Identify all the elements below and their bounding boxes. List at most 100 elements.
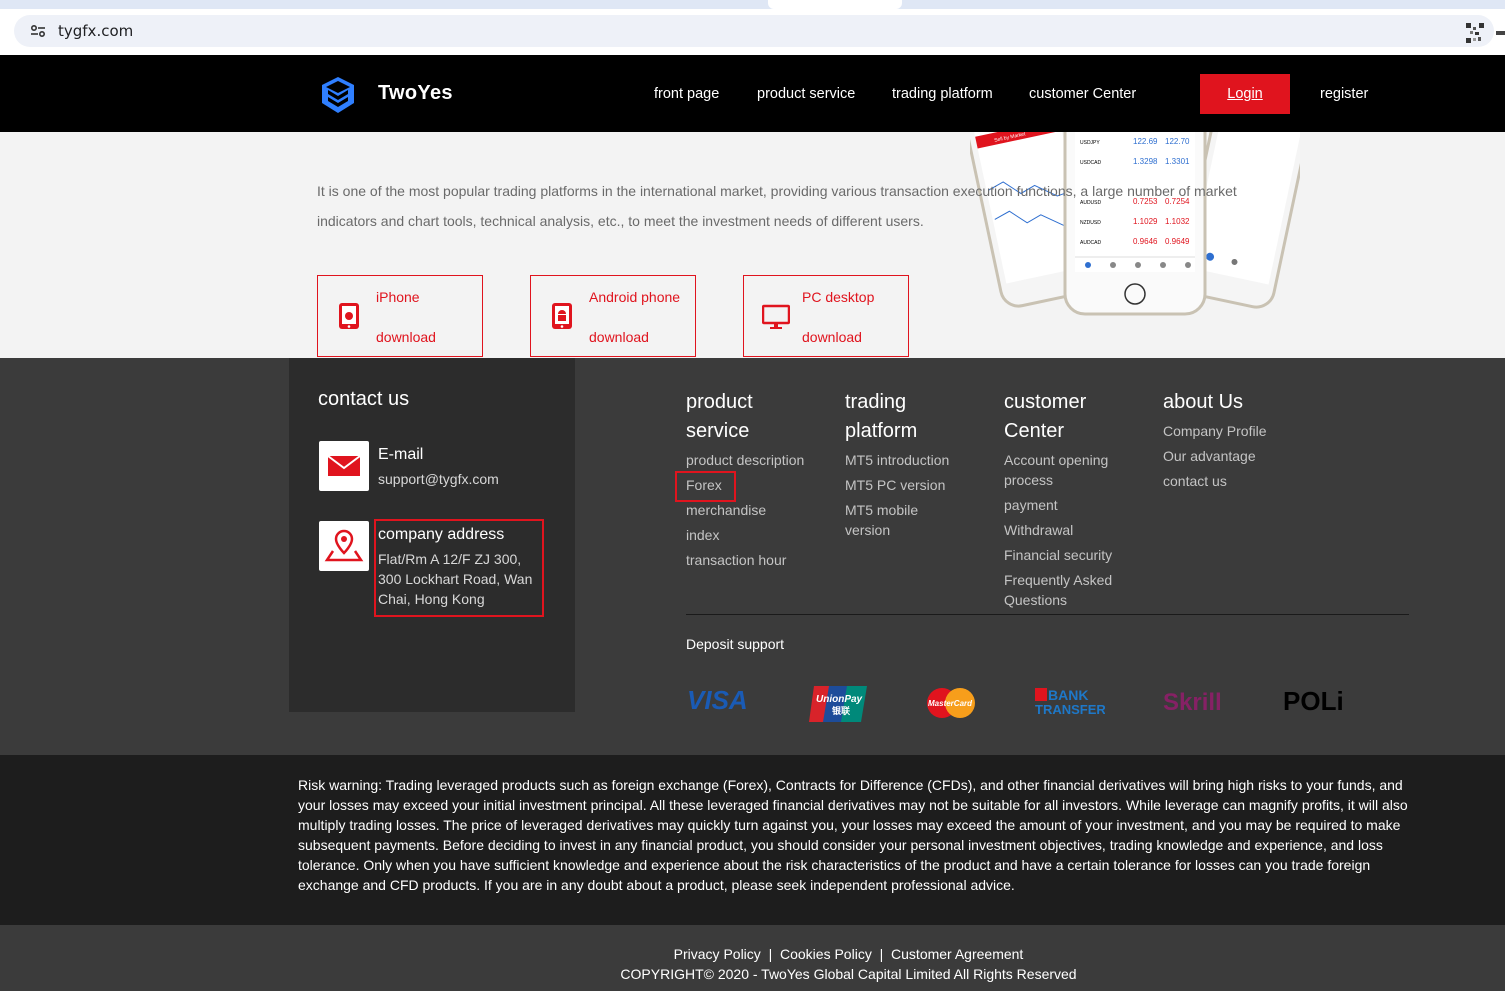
footer-col-title-line: product <box>686 391 753 413</box>
privacy-policy-link[interactable]: Privacy Policy <box>674 946 761 962</box>
footer-col-title-line: Center <box>1004 420 1065 442</box>
download-platform-label: iPhone <box>376 289 420 305</box>
poli-logo: POLi <box>1283 686 1344 716</box>
address-label: company address <box>378 526 505 543</box>
monitor-icon <box>762 304 790 329</box>
footer-link-index[interactable]: index <box>686 525 836 545</box>
iphone-download-button[interactable]: iPhone download <box>317 275 483 357</box>
qr-code-icon[interactable] <box>1466 23 1484 43</box>
email-icon-box <box>319 441 369 491</box>
svg-text:银联: 银联 <box>832 705 851 717</box>
legal-links: Privacy Policy | Cookies Policy | Custom… <box>0 946 1505 962</box>
skrill-logo-text: Skrill <box>1163 689 1222 716</box>
quote-bid: 122.69 <box>1133 137 1158 146</box>
footer-link-payment[interactable]: payment <box>1004 495 1154 515</box>
site-header: TwoYes front page product service tradin… <box>0 55 1505 132</box>
location-pin-icon <box>324 529 364 562</box>
visa-logo-text: VISA <box>687 686 748 714</box>
footer-col-title: customer Center <box>1004 388 1154 446</box>
address-line: Chai, Hong Kong <box>378 591 485 607</box>
footer-link-merchandise[interactable]: merchandise <box>686 500 836 520</box>
apple-phone-icon <box>339 303 359 329</box>
footer-col-title: about Us <box>1163 388 1313 417</box>
bank-transfer-logo: BANK TRANSFER <box>1035 688 1105 716</box>
quote-ask: 0.9649 <box>1165 237 1190 246</box>
email-address[interactable]: support@tygfx.com <box>378 469 499 489</box>
nav-trading-platform[interactable]: trading platform <box>892 86 993 102</box>
footer-col-title-line: about Us <box>1163 391 1244 413</box>
download-platform-label: PC desktop <box>802 289 875 305</box>
footer-link-withdrawal[interactable]: Withdrawal <box>1004 520 1154 540</box>
footer-link-mt5-pc[interactable]: MT5 PC version <box>845 475 995 495</box>
footer-link-financial-security[interactable]: Financial security <box>1004 545 1154 565</box>
quote-bid: 0.9646 <box>1133 237 1158 246</box>
footer-link-faq[interactable]: Frequently Asked Questions <box>1004 570 1154 610</box>
customer-agreement-link[interactable]: Customer Agreement <box>891 946 1023 962</box>
footer-col-about-us: about Us Company Profile Our advantage c… <box>1163 388 1313 496</box>
link-separator: | <box>768 946 773 962</box>
mastercard-logo: MasterCard <box>927 688 975 718</box>
quote-bid: 1.3298 <box>1133 157 1158 166</box>
platform-hero: Sell by Market USDJPY 122.69 122.70 USDC… <box>0 132 1505 358</box>
nav-product-service[interactable]: product service <box>757 86 855 102</box>
footer-col-trading-platform: trading platform MT5 introduction MT5 PC… <box>845 388 995 545</box>
browser-active-tab[interactable] <box>768 0 902 9</box>
pc-desktop-download-button[interactable]: PC desktop download <box>743 275 909 357</box>
address-line: 300 Lockhart Road, Wan <box>378 571 533 587</box>
url-text[interactable]: tygfx.com <box>58 22 133 40</box>
footer-link-mt5-introduction[interactable]: MT5 introduction <box>845 450 995 470</box>
footer-col-title: product service <box>686 388 836 446</box>
footer-link-our-advantage[interactable]: Our advantage <box>1163 446 1313 466</box>
android-phone-icon <box>552 303 572 329</box>
footer-col-title-line: customer <box>1004 391 1087 413</box>
site-logo-text[interactable]: TwoYes <box>378 82 453 105</box>
browser-tab-strip <box>0 0 1505 9</box>
register-link[interactable]: register <box>1320 86 1368 102</box>
risk-warning-section: Risk warning: Trading leveraged products… <box>0 755 1505 925</box>
mastercard-logo-text: MasterCard <box>928 699 973 708</box>
unionpay-logo: UnionPay 银联 <box>809 686 867 722</box>
download-label: download <box>589 329 649 345</box>
skrill-logo: Skrill <box>1163 689 1222 716</box>
nav-front-page[interactable]: front page <box>654 86 719 102</box>
address-line: Flat/Rm A 12/F ZJ 300, <box>378 551 522 567</box>
visa-logo: VISA <box>687 686 748 714</box>
quote-symbol: USDJPY <box>1080 140 1100 146</box>
android-download-button[interactable]: Android phone download <box>530 275 696 357</box>
site-settings-icon[interactable] <box>30 24 46 38</box>
address-bar[interactable]: tygfx.com <box>14 15 1494 47</box>
footer-col-title-line: service <box>686 420 750 442</box>
quote-symbol: AUDCAD <box>1080 240 1102 246</box>
poli-logo-text: POLi <box>1283 686 1344 716</box>
footer-col-title-line: trading <box>845 391 907 413</box>
risk-warning-text: Risk warning: Trading leveraged products… <box>298 777 1408 893</box>
quote-ask: 1.3301 <box>1165 157 1190 166</box>
address-icon-box <box>319 521 369 571</box>
svg-text:UnionPay: UnionPay <box>816 694 863 705</box>
footer-col-title-line: platform <box>845 420 918 442</box>
site-footer: contact us E-mail support@tygfx.com comp… <box>0 358 1505 755</box>
menu-icon[interactable] <box>1496 31 1505 35</box>
footer-link-company-profile[interactable]: Company Profile <box>1163 421 1313 441</box>
footer-col-customer-center: customer Center Account opening process … <box>1004 388 1154 615</box>
login-button[interactable]: Login <box>1200 74 1290 114</box>
deposit-support-title: Deposit support <box>686 636 785 652</box>
copyright-text: COPYRIGHT© 2020 - TwoYes Global Capital … <box>620 966 1077 982</box>
twoyes-logo-icon[interactable] <box>318 75 358 115</box>
browser-toolbar: tygfx.com <box>0 9 1505 55</box>
download-label: download <box>802 329 862 345</box>
contact-title: contact us <box>318 388 410 410</box>
quote-symbol: USDCAD <box>1080 160 1102 166</box>
contact-panel: contact us E-mail support@tygfx.com comp… <box>289 358 575 712</box>
footer-divider <box>686 614 1409 615</box>
footer-link-transaction-hour[interactable]: transaction hour <box>686 550 836 570</box>
svg-text:BANK: BANK <box>1048 688 1088 703</box>
download-label: download <box>376 329 436 345</box>
cookies-policy-link[interactable]: Cookies Policy <box>780 946 872 962</box>
footer-link-account-opening[interactable]: Account opening process <box>1004 450 1154 490</box>
footer-link-mt5-mobile[interactable]: MT5 mobile version <box>845 500 995 540</box>
nav-customer-center[interactable]: customer Center <box>1029 86 1136 102</box>
footer-link-product-description[interactable]: product description <box>686 450 836 470</box>
footer-link-contact-us[interactable]: contact us <box>1163 471 1313 491</box>
forex-highlight-box <box>675 471 736 502</box>
